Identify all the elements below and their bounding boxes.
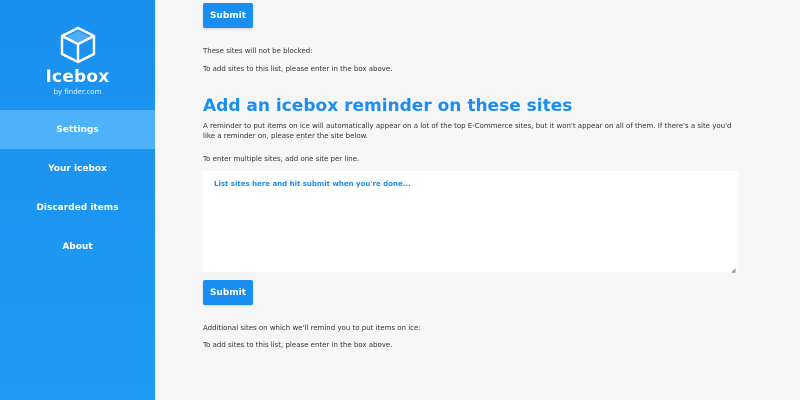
sidebar-item-label: About (62, 241, 93, 252)
logo (0, 0, 155, 64)
sites-textarea[interactable] (203, 171, 739, 272)
sidebar-item-settings[interactable]: Settings (0, 110, 155, 149)
multiple-sites-hint: To enter multiple sites, add one site pe… (203, 155, 360, 163)
app-window: Icebox by finder.com Settings Your icebo… (0, 0, 800, 400)
sidebar-item-label: Your icebox (48, 163, 107, 174)
resize-grip-icon[interactable]: ◢ (731, 268, 737, 274)
sidebar: Icebox by finder.com Settings Your icebo… (0, 0, 155, 400)
additional-sites-hint: To add sites to this list, please enter … (203, 341, 393, 349)
submit-button-bottom[interactable]: Submit (203, 280, 253, 305)
sidebar-item-your-icebox[interactable]: Your icebox (0, 149, 155, 188)
blocked-sites-label: These sites will not be blocked: (203, 47, 313, 55)
sites-textarea-wrap: ◢ (203, 171, 739, 276)
reminder-heading: Add an icebox reminder on these sites (203, 96, 573, 116)
sidebar-item-label: Discarded items (36, 202, 119, 213)
cube-icon (60, 26, 96, 64)
main-content: Submit These sites will not be blocked: … (155, 0, 800, 400)
sidebar-nav: Settings Your icebox Discarded items Abo… (0, 110, 155, 266)
submit-button-top[interactable]: Submit (203, 3, 253, 28)
blocked-sites-hint: To add sites to this list, please enter … (203, 65, 393, 73)
reminder-description: A reminder to put items on ice will auto… (203, 122, 732, 140)
brand-subtitle: by finder.com (53, 88, 102, 96)
additional-sites-label: Additional sites on which we'll remind y… (203, 324, 421, 332)
sidebar-item-about[interactable]: About (0, 227, 155, 266)
sidebar-item-discarded-items[interactable]: Discarded items (0, 188, 155, 227)
sidebar-item-label: Settings (56, 124, 99, 135)
brand-name: Icebox (45, 67, 110, 87)
